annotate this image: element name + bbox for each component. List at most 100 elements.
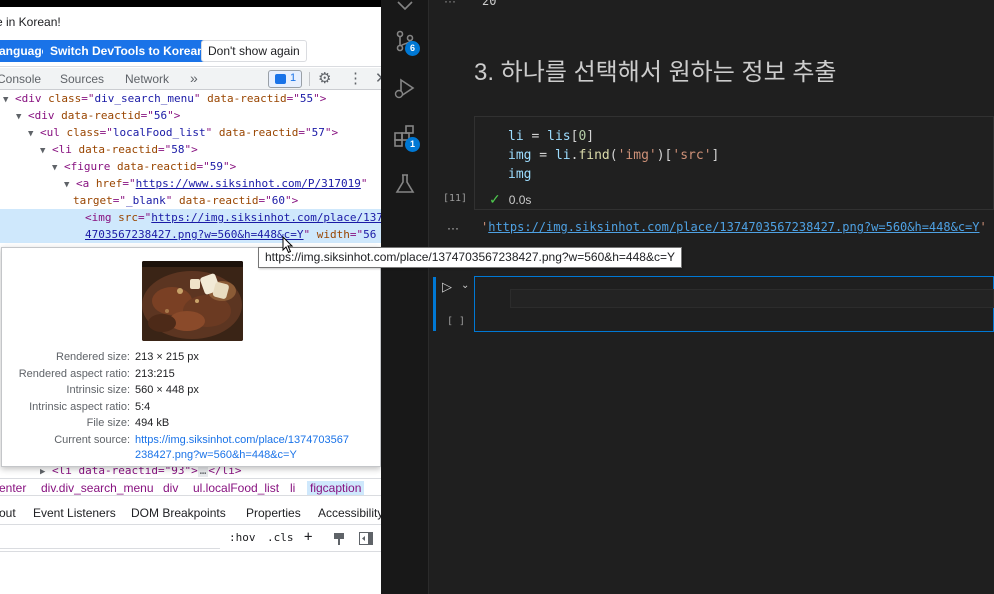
filter-input[interactable] <box>0 529 220 549</box>
attr-eq: =" <box>158 143 172 156</box>
breadcrumb-item[interactable]: li <box>290 481 295 495</box>
empty-code-cell[interactable] <box>474 276 994 332</box>
tab-properties[interactable]: Properties <box>246 506 301 520</box>
info-value: 213 × 215 px <box>135 351 199 363</box>
attr-eq: =" <box>286 92 300 105</box>
info-value: 560 × 448 px <box>135 384 199 396</box>
expand-triangle-icon[interactable]: ▼ <box>28 129 33 139</box>
output-more-icon[interactable]: ··· <box>447 221 459 235</box>
attr-name: data-reactid <box>117 160 197 173</box>
expand-triangle-icon[interactable]: ▼ <box>40 146 45 156</box>
markdown-heading: 3. 하나를 선택해서 원하는 정보 추출 <box>474 59 837 86</box>
tab-accessibility[interactable]: Accessibility <box>318 506 381 520</box>
source-control-button[interactable]: 6 <box>393 29 420 56</box>
tab-event-listeners[interactable]: Event Listeners <box>33 506 116 520</box>
src-link[interactable]: 4703567238427.png?w=560&h=448&c=Y <box>85 228 304 241</box>
styles-filter-bar: :hov .cls + <box>0 526 381 552</box>
run-cell-icon[interactable]: ▷ <box>442 279 452 295</box>
execution-count-empty: [ ] <box>447 316 466 327</box>
breadcrumb-item[interactable]: ul.localFood_list <box>193 481 279 495</box>
attr-name: width <box>316 228 350 241</box>
more-options-icon[interactable]: ⋮ <box>348 69 363 87</box>
attr-eq: =" <box>349 228 364 241</box>
new-rule-button[interactable]: + <box>304 529 312 545</box>
breadcrumb-item-active[interactable]: figcaption <box>307 481 365 495</box>
dom-node[interactable]: ▼ <figure data-reactid="59"> <box>0 158 381 175</box>
cell-status: ✓ 0.0s <box>489 191 531 208</box>
dom-node-selected-continued[interactable]: 4703567238427.png?w=560&h=448&c=Y" width… <box>0 226 381 243</box>
tag-end: "> <box>324 126 339 139</box>
attr-name: data-reactid <box>218 126 299 139</box>
tab-layout[interactable]: out <box>0 506 16 520</box>
info-key: File size: <box>86 417 130 429</box>
code-token: ( <box>609 148 618 163</box>
tab-dom-breakpoints[interactable]: DOM Breakpoints <box>131 506 226 520</box>
attr-value: _blank <box>126 194 166 207</box>
attr-name: data-reactid <box>207 92 287 105</box>
chevron-down-icon[interactable]: ⌄ <box>461 280 469 291</box>
breadcrumb-item[interactable]: div <box>163 481 178 495</box>
src-link[interactable]: https://img.siksinhot.com/place/137 <box>151 211 381 224</box>
dom-node[interactable]: ▼ <div class="div_search_menu" data-reac… <box>0 90 381 107</box>
dom-node-selected[interactable]: <img src="https://img.siksinhot.com/plac… <box>0 209 381 226</box>
dom-node[interactable]: ▼ <a href="https://www.siksinhot.com/P/3… <box>0 175 381 192</box>
screen: e in Korean! anguage Switch DevTools to … <box>0 0 994 594</box>
tag-name: <div <box>15 92 49 105</box>
expand-triangle-icon[interactable]: ▼ <box>3 95 8 105</box>
expand-triangle-icon[interactable]: ▼ <box>52 163 57 173</box>
execution-time: 0.0s <box>508 193 532 207</box>
current-source-link-cont[interactable]: 238427.png?w=560&h=448&c=Y <box>135 447 297 463</box>
info-row: Intrinsic aspect ratio: 5:4 <box>2 399 381 415</box>
tab-console[interactable]: Console <box>0 72 41 86</box>
tab-network[interactable]: Network <box>125 72 169 86</box>
collapsed-triangle-icon[interactable]: ▶ <box>40 467 45 477</box>
dom-node[interactable]: ▼ <li data-reactid="58"> <box>0 141 381 158</box>
paint-brush-icon[interactable] <box>333 532 345 546</box>
output-link[interactable]: https://img.siksinhot.com/place/13747035… <box>488 220 979 234</box>
hov-toggle[interactable]: :hov <box>229 531 256 544</box>
tag-end: "> <box>313 92 327 105</box>
expand-triangle-icon[interactable]: ▼ <box>64 180 69 190</box>
cls-toggle[interactable]: .cls <box>267 531 294 544</box>
dom-node[interactable]: ▼ <div data-reactid="56"> <box>0 107 381 124</box>
run-debug-icon[interactable] <box>393 76 417 100</box>
expand-triangle-icon[interactable]: ▼ <box>16 112 21 122</box>
breadcrumb-item[interactable]: enter <box>0 481 26 495</box>
cell-editor-input[interactable] <box>510 289 994 308</box>
attr-value: 59 <box>209 160 224 173</box>
source-control-badge: 6 <box>405 41 420 56</box>
attr-sep: " <box>303 228 317 241</box>
attr-value: 56 <box>363 228 377 241</box>
extensions-button[interactable]: 1 <box>393 124 420 152</box>
tag-name: <div <box>28 109 62 122</box>
attr-eq: =" <box>298 126 312 139</box>
info-key: Current source: <box>54 433 130 446</box>
gear-icon[interactable]: ⚙ <box>318 69 331 87</box>
code-token: img <box>508 148 532 163</box>
message-icon <box>275 74 286 84</box>
attr-value: 56 <box>153 109 168 122</box>
code-cell[interactable]: li = lis[0] img = li.find('img')['src'] … <box>474 116 994 210</box>
more-tabs-icon[interactable]: » <box>190 70 198 86</box>
explorer-icon[interactable] <box>393 0 417 12</box>
toggle-sidebar-icon[interactable] <box>359 532 373 545</box>
breadcrumb-item[interactable]: div.div_search_menu <box>41 481 154 495</box>
code-line: img = li.find('img')['src'] <box>508 148 719 163</box>
tab-sources[interactable]: Sources <box>60 72 104 86</box>
attr-eq: =" <box>140 109 154 122</box>
info-value: 5:4 <box>135 400 151 413</box>
current-source-link[interactable]: https://img.siksinhot.com/place/13747035… <box>135 432 349 448</box>
dont-show-again-button[interactable]: Don't show again <box>201 40 307 62</box>
cell-output: 'https://img.siksinhot.com/place/1374703… <box>481 220 987 234</box>
dom-node[interactable]: ▼ <ul class="localFood_list" data-reacti… <box>0 124 381 141</box>
issues-button[interactable]: 1 <box>268 70 302 88</box>
attr-value: localFood_list <box>112 126 206 139</box>
switch-devtools-korean-button[interactable]: Switch DevTools to Korean <box>43 40 212 62</box>
attr-name: data-reactid <box>78 143 159 156</box>
code-token: )[ <box>656 148 673 163</box>
code-token: li <box>508 129 524 144</box>
href-link[interactable]: https://www.siksinhot.com/P/317019 <box>136 177 361 190</box>
testing-flask-icon[interactable] <box>393 172 417 196</box>
prev-output-more[interactable]: ··· <box>444 0 456 8</box>
info-row: 238427.png?w=560&h=448&c=Y <box>2 447 381 463</box>
